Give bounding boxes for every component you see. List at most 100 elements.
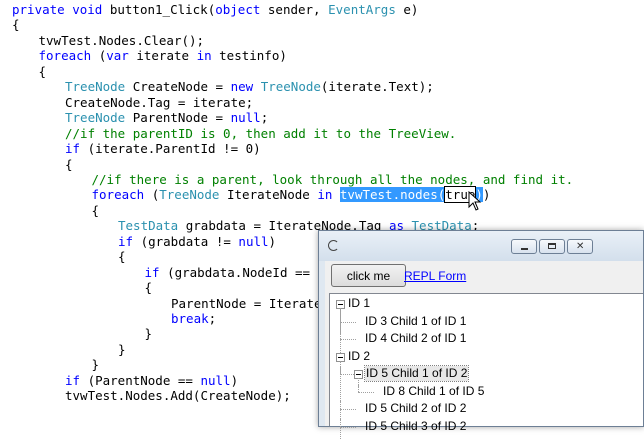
code-token: { [118,249,126,264]
code-line: { [118,249,126,264]
code-token: null [200,373,230,388]
code-token: e) [396,2,419,17]
code-token: tvwTest.Nodes.Clear(); [39,33,205,48]
code-token: break [171,311,209,326]
code-line: { [12,17,20,32]
tree-node[interactable]: ID 5 Child 3 of ID 2 [364,419,467,434]
repl-form-link[interactable]: REPL Form [404,269,466,283]
code-token: } [118,342,126,357]
form-client-area: click me REPL Form ID 1 ID 3 Child 1 of I… [325,261,643,426]
code-token: (iterate.ParentId != 0) [88,141,261,156]
code-token: testinfo) [219,48,287,63]
code-line: CreateNode.Tag = iterate; [65,95,253,110]
code-line: private void button1_Click(object sender… [12,2,418,17]
code-token: if [65,141,88,156]
code-token: if [118,234,141,249]
code-token: private [12,2,72,17]
tree-line [340,322,356,323]
code-token: TreeNode [65,79,125,94]
code-token: button1_Click( [110,2,215,17]
code-line: foreach (TreeNode IterateNode in tvwTest… [92,187,491,202]
click-me-button[interactable]: click me [331,264,406,287]
code-token: new [231,79,261,94]
code-token: sender, [268,2,328,17]
code-token: } [92,357,100,372]
code-token: //if there is a parent, look through all… [92,172,574,187]
code-line: tvwTest.Nodes.Add(CreateNode); [65,388,291,403]
code-line: if (iterate.ParentId != 0) [65,141,261,156]
tree-node[interactable]: ID 8 Child 1 of ID 5 [382,384,485,399]
code-token: iterate [136,48,196,63]
close-icon: ✕ [576,240,584,253]
code-token: foreach [92,187,152,202]
code-token: EventArgs [328,2,396,17]
code-token: ParentNode = IterateN [171,296,329,311]
code-token: TreeNode [261,79,321,94]
code-token: ) [231,373,239,388]
repl-form-window: ✕ click me REPL Form ID 1 ID 3 Child 1 of… [318,230,644,427]
code-token: var [106,48,136,63]
code-line: if (grabdata != null) [118,234,276,249]
code-token: ; [261,110,269,125]
code-token: ; [209,311,217,326]
code-token: null [238,234,268,249]
code-token: { [65,157,73,172]
code-token: TestData [118,218,178,233]
code-token: if [65,373,88,388]
code-line: TreeNode ParentNode = null; [65,110,268,125]
tree-line [358,392,374,393]
tree-line [340,339,356,340]
code-line: //if the parentID is 0, then add it to t… [65,126,456,141]
tree-node[interactable]: ID 4 Child 2 of ID 1 [364,331,467,346]
code-token: in [317,187,340,202]
code-line: { [145,280,153,295]
code-line: } [92,357,100,372]
code-token: CreateNode = [125,79,230,94]
code-token: CreateNode.Tag = iterate; [65,95,253,110]
code-token: void [72,2,110,17]
close-button[interactable]: ✕ [567,239,593,254]
code-token: (grabdata != [141,234,239,249]
tree-line [340,308,341,334]
tree-node[interactable]: ID 3 Child 1 of ID 1 [364,314,467,329]
code-token: object [215,2,268,17]
code-token: { [39,64,47,79]
minimize-icon [521,248,528,250]
code-token: (iterate.Text); [321,79,434,94]
code-line: } [145,326,153,341]
app-icon [328,240,339,251]
code-line: { [92,203,100,218]
code-line: tvwTest.Nodes.Clear(); [39,33,205,48]
code-line: foreach (var iterate in testinfo) [39,48,287,63]
tree-node[interactable]: ID 2 [347,349,371,364]
tree-node[interactable]: ID 5 Child 1 of ID 2 [365,366,468,381]
tree-line [340,361,341,439]
code-token: ParentNode = [125,110,230,125]
code-line: if (grabdata.NodeId == it [145,265,333,280]
code-line: { [39,64,47,79]
code-line: TreeNode CreateNode = new TreeNode(itera… [65,79,434,94]
minimize-button[interactable] [511,239,537,254]
code-line: { [65,157,73,172]
tree-node[interactable]: ID 5 Child 2 of ID 2 [364,401,467,416]
tree-node[interactable]: ID 1 [347,296,371,311]
code-token: { [92,203,100,218]
maximize-button[interactable] [539,239,565,254]
tree-view[interactable]: ID 1 ID 3 Child 1 of ID 1 ID 4 Child 2 of … [329,293,643,426]
code-token: } [145,326,153,341]
code-token: //if the parentID is 0, then add it to t… [65,126,456,141]
code-token: null [231,110,261,125]
code-token: TreeNode [159,187,219,202]
tree-line [340,409,356,410]
code-token: ) [483,187,491,202]
tree-line [358,378,359,387]
code-token: (grabdata.NodeId == it [167,265,333,280]
maximize-icon [548,243,556,249]
mouse-cursor-icon [468,191,482,211]
code-token: in [197,48,220,63]
code-token: { [145,280,153,295]
code-line: break; [171,311,216,326]
selected-code-token: tvwTest.nodes [340,187,438,202]
code-token: foreach [39,48,99,63]
title-bar[interactable]: ✕ [319,231,643,261]
